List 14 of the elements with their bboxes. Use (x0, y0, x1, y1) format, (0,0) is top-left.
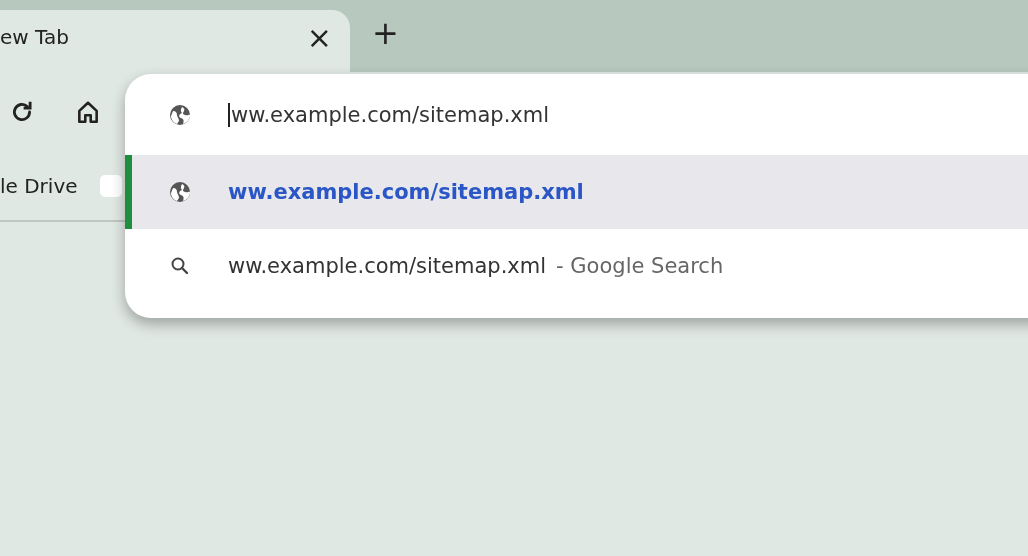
globe-icon (168, 102, 192, 127)
suggestion-text: ww.example.com/sitemap.xml (228, 180, 584, 204)
suggestion-text: ww.example.com/sitemap.xml (228, 254, 547, 278)
globe-icon (168, 180, 192, 204)
tab-title: ew Tab (0, 25, 69, 49)
browser-tab[interactable]: ew Tab × (0, 10, 350, 72)
address-field[interactable]: ww.example.com/sitemap.xml (228, 102, 550, 127)
new-tab-button[interactable]: + (372, 14, 399, 72)
bookmark-item[interactable]: le Drive (0, 174, 78, 198)
suggestion-row[interactable]: ww.example.com/sitemap.xml (125, 155, 1028, 229)
suggestion-row[interactable]: ww.example.com/sitemap.xml - Google Search (125, 229, 1028, 303)
home-icon[interactable] (75, 99, 101, 125)
close-tab-button[interactable]: × (306, 19, 332, 55)
suggestion-suffix: - Google Search (556, 254, 724, 278)
